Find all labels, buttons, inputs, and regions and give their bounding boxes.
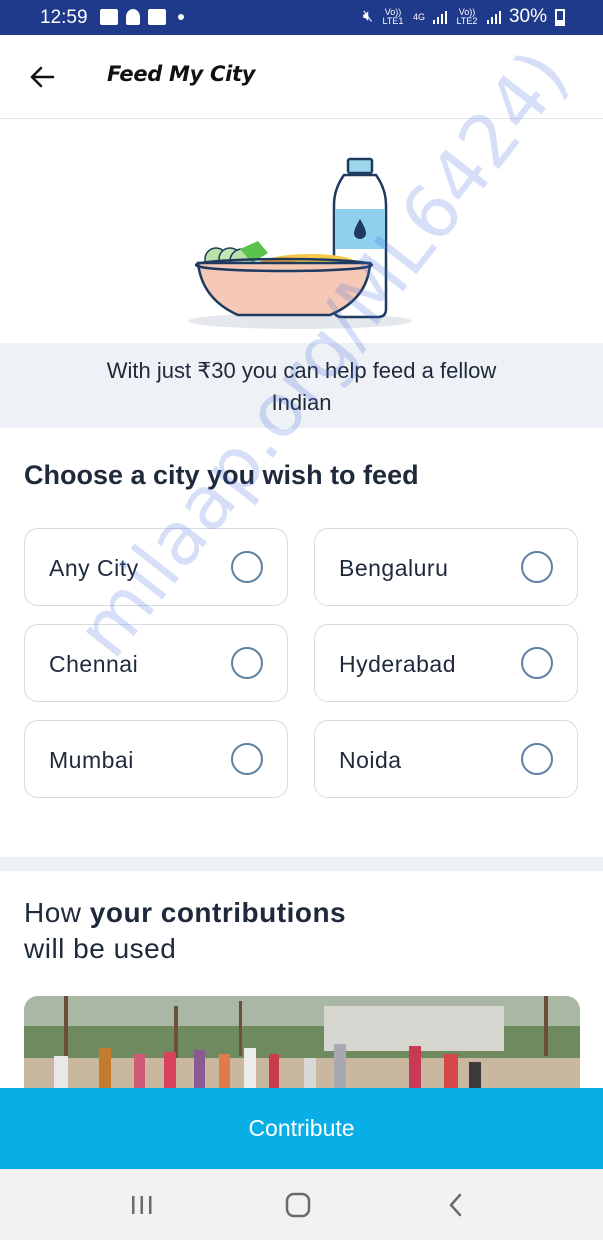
recent-apps-button[interactable]: [122, 1189, 162, 1221]
chevron-left-icon: [449, 1193, 462, 1217]
signal-icon-2: [486, 10, 501, 24]
radio-button[interactable]: [521, 743, 553, 775]
how-title-prefix: How: [24, 897, 82, 928]
city-label: Chennai: [49, 651, 139, 677]
app-header: Feed My City: [0, 35, 603, 119]
city-section-title: Choose a city you wish to feed: [24, 460, 419, 490]
contribute-button[interactable]: Contribute: [0, 1088, 603, 1169]
city-option-any-city[interactable]: Any City: [24, 528, 288, 606]
signal-icon: [432, 10, 447, 24]
system-nav-bar: [0, 1169, 603, 1240]
status-time: 12:59: [40, 7, 88, 28]
back-button[interactable]: [22, 57, 62, 97]
radio-button[interactable]: [231, 743, 263, 775]
home-button[interactable]: [278, 1189, 318, 1221]
tagline-banner: With just ₹30 you can help feed a fellow…: [0, 343, 603, 428]
network-lte1: Vo)) LTE1: [382, 7, 404, 26]
message-icon: [148, 9, 166, 25]
app-notification-icon: [126, 9, 140, 25]
how-section-title: How your contributions will be used: [24, 895, 346, 967]
city-option-noida[interactable]: Noida: [314, 720, 578, 798]
status-right: 🔇︎ Vo)) LTE1 4G Vo)) LTE2 30%: [363, 6, 565, 28]
battery-level: 30%: [508, 6, 547, 27]
gallery-icon: [100, 9, 118, 25]
section-divider: [0, 857, 603, 871]
arrow-left-icon: [30, 66, 55, 88]
city-label: Mumbai: [49, 747, 134, 773]
radio-button[interactable]: [231, 647, 263, 679]
city-label: Noida: [339, 747, 402, 773]
battery-icon: [555, 8, 565, 26]
city-option-hyderabad[interactable]: Hyderabad: [314, 624, 578, 702]
how-title-bold: your contributions: [89, 897, 347, 928]
recent-apps-icon: [132, 1196, 152, 1214]
city-label: Any City: [49, 555, 139, 581]
city-option-bengaluru[interactable]: Bengaluru: [314, 528, 578, 606]
city-label: Hyderabad: [339, 651, 457, 677]
city-label: Bengaluru: [339, 555, 449, 581]
people-outdoor-photo: [24, 996, 580, 1096]
city-option-chennai[interactable]: Chennai: [24, 624, 288, 702]
how-title-suffix: will be used: [24, 933, 177, 964]
food-bowl-water-bottle-illustration: [188, 157, 412, 329]
radio-button[interactable]: [521, 551, 553, 583]
radio-button[interactable]: [521, 647, 553, 679]
notification-icons: [100, 9, 184, 25]
home-icon: [285, 1192, 311, 1218]
more-notifications-icon: [178, 14, 184, 20]
page-title: Feed My City: [107, 62, 256, 86]
network-generation: 4G: [412, 11, 425, 22]
contribution-photo: [24, 996, 580, 1096]
tagline-text: With just ₹30 you can help feed a fellow…: [106, 358, 497, 415]
network-lte2: Vo)) LTE2: [456, 7, 478, 26]
radio-button[interactable]: [231, 551, 263, 583]
city-option-mumbai[interactable]: Mumbai: [24, 720, 288, 798]
hero-illustration: [0, 119, 603, 343]
status-bar: 12:59 🔇︎ Vo)) LTE1 4G Vo)) LTE2 30%: [0, 0, 603, 35]
system-back-button[interactable]: [436, 1189, 476, 1221]
mute-icon: 🔇︎: [362, 8, 373, 25]
